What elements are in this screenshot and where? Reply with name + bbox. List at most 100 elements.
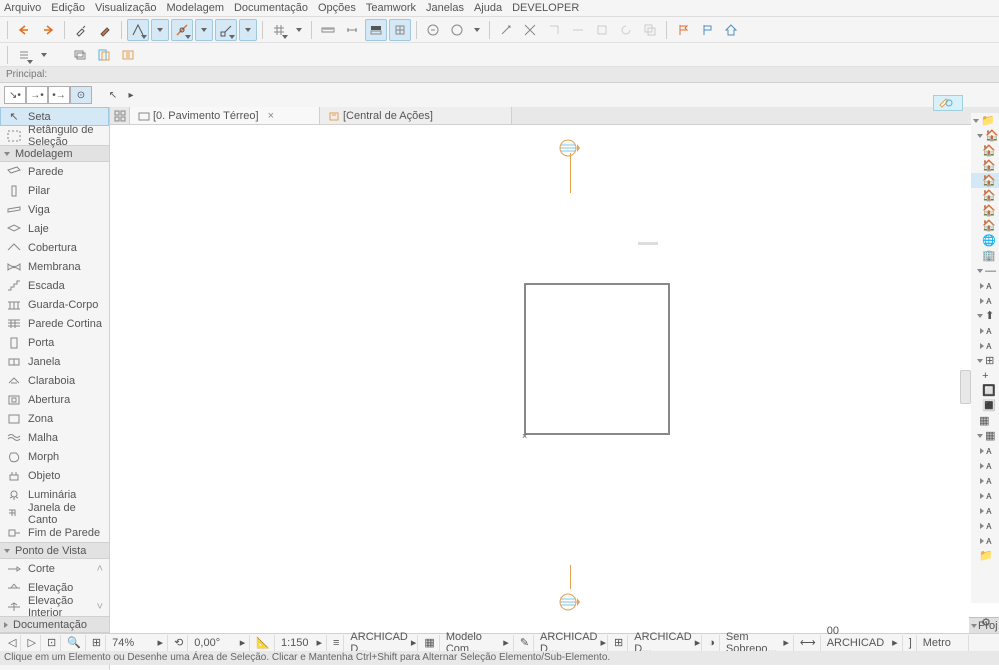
tool-wall[interactable]: Parede: [0, 162, 109, 181]
nav-row[interactable]: ▦: [971, 428, 999, 443]
geom4-button[interactable]: ⊙: [70, 86, 92, 104]
arrow-mode-drop[interactable]: ▸: [124, 86, 138, 104]
tool-object[interactable]: Objeto: [0, 466, 109, 485]
cursor-snap-button[interactable]: [127, 19, 149, 41]
nav-row[interactable]: 🏠: [971, 158, 999, 173]
update-indicator[interactable]: [933, 95, 963, 111]
tool-beam[interactable]: Viga: [0, 200, 109, 219]
arrow-mode-button[interactable]: ↖: [102, 86, 124, 104]
tab-grid-icon[interactable]: [110, 107, 130, 124]
menu-teamwork[interactable]: Teamwork: [366, 2, 416, 14]
adjust-button[interactable]: [543, 19, 565, 41]
canvas-handle-top[interactable]: [638, 242, 658, 245]
nav-row[interactable]: ᴀ: [971, 278, 999, 293]
snap-drop[interactable]: [239, 19, 257, 41]
tool-section[interactable]: Corte˄: [0, 559, 109, 578]
cursor-snap-drop[interactable]: [151, 19, 169, 41]
menu-modelagem[interactable]: Modelagem: [167, 2, 224, 14]
geom3-button[interactable]: •→: [48, 86, 70, 104]
nav-row[interactable]: —: [971, 263, 999, 278]
dim-icon[interactable]: ⟷: [796, 635, 821, 651]
magic-button[interactable]: [495, 19, 517, 41]
circle-drop[interactable]: [470, 19, 484, 41]
status-unit[interactable]: Metro: [919, 635, 969, 651]
undo-button[interactable]: [13, 19, 35, 41]
toolbox-header-modelagem[interactable]: Modelagem: [0, 145, 109, 162]
zoomfit-icon[interactable]: ⊡: [43, 635, 61, 651]
nav-row[interactable]: ᴀ: [971, 443, 999, 458]
story-drop[interactable]: [37, 44, 51, 66]
nav-row[interactable]: +: [971, 368, 999, 383]
tool-marquee[interactable]: Retângulo de Seleção: [0, 126, 109, 145]
zoom-back[interactable]: ◁: [4, 635, 21, 651]
split-button[interactable]: [567, 19, 589, 41]
toolbox-header-pov[interactable]: Ponto de Vista: [0, 542, 109, 559]
scale-value[interactable]: 1:150▸: [277, 635, 327, 651]
grid-drop[interactable]: [292, 19, 306, 41]
angle-value[interactable]: 0,00°▸: [190, 635, 250, 651]
tool-stair[interactable]: Escada: [0, 276, 109, 295]
model-icon[interactable]: ▦: [420, 635, 439, 651]
menu-edicao[interactable]: Edição: [51, 2, 85, 14]
pen-icon[interactable]: ✎: [516, 635, 534, 651]
nav-row[interactable]: ⊞: [971, 353, 999, 368]
menu-janelas[interactable]: Janelas: [426, 2, 464, 14]
snap-button[interactable]: [215, 19, 237, 41]
tool-zone[interactable]: Zona: [0, 409, 109, 428]
nav-row[interactable]: 🔲: [971, 383, 999, 398]
intersect-button[interactable]: [639, 19, 661, 41]
nav-row[interactable]: ⬆: [971, 308, 999, 323]
nav-row[interactable]: ᴀ: [971, 503, 999, 518]
story-button[interactable]: [13, 44, 35, 66]
nav-row[interactable]: 📁: [971, 113, 999, 128]
nav-row[interactable]: 🏠: [971, 143, 999, 158]
over-icon[interactable]: ◑: [704, 635, 720, 651]
flag1-button[interactable]: [672, 19, 694, 41]
trace-button[interactable]: [93, 44, 115, 66]
tool-intelev[interactable]: Elevação Interior˅: [0, 597, 109, 616]
ruler-button[interactable]: [317, 19, 339, 41]
pick-button[interactable]: [70, 19, 92, 41]
nav-row[interactable]: ᴀ: [971, 293, 999, 308]
scale-icon[interactable]: 📐: [252, 635, 275, 651]
tool-wallend[interactable]: Fim de Parede: [0, 523, 109, 542]
nav-row[interactable]: 🌐: [971, 233, 999, 248]
status-pen[interactable]: ARCHICAD D...▸: [536, 635, 608, 651]
tracker-button[interactable]: [365, 19, 387, 41]
geom1-button[interactable]: ↘•: [4, 86, 26, 104]
panel-handle-right[interactable]: [960, 370, 971, 404]
layers-button[interactable]: [69, 44, 91, 66]
tool-curtain[interactable]: Parede Cortina: [0, 314, 109, 333]
nav-row[interactable]: ▦: [971, 413, 999, 428]
tool-skylight[interactable]: Claraboia: [0, 371, 109, 390]
grid-button[interactable]: [268, 19, 290, 41]
inject-button[interactable]: [94, 19, 116, 41]
nav-row[interactable]: 🏠: [971, 218, 999, 233]
menu-developer[interactable]: DEVELOPER: [512, 2, 579, 14]
nav-row[interactable]: 🏢: [971, 248, 999, 263]
home-button[interactable]: [720, 19, 742, 41]
nav-row[interactable]: ᴀ: [971, 533, 999, 548]
redo-button[interactable]: [37, 19, 59, 41]
nav-row[interactable]: ᴀ: [971, 338, 999, 353]
status-over[interactable]: Sem Sobrepo...▸: [722, 635, 794, 651]
north-marker-bottom[interactable]: [558, 591, 580, 613]
menu-arquivo[interactable]: Arquivo: [4, 2, 41, 14]
measure-button[interactable]: [341, 19, 363, 41]
suspend-button[interactable]: [422, 19, 444, 41]
status-reno[interactable]: ARCHICAD D...▸: [630, 635, 702, 651]
menu-visualizacao[interactable]: Visualização: [95, 2, 157, 14]
reno-icon[interactable]: ⊞: [610, 635, 628, 651]
tab-close[interactable]: ×: [268, 110, 274, 122]
tab-central[interactable]: [Central de Ações]: [320, 107, 512, 124]
zoom-fwd[interactable]: ▷: [23, 635, 40, 651]
tool-slab[interactable]: Laje: [0, 219, 109, 238]
north-marker-top[interactable]: [558, 137, 580, 159]
toolbox-header-doc[interactable]: Documentação: [0, 616, 109, 633]
tool-window[interactable]: Janela: [0, 352, 109, 371]
layer-icon[interactable]: ≡: [329, 635, 344, 651]
drawn-rectangle[interactable]: [524, 283, 670, 435]
tool-door[interactable]: Porta: [0, 333, 109, 352]
menu-opcoes[interactable]: Opções: [318, 2, 356, 14]
tool-column[interactable]: Pilar: [0, 181, 109, 200]
